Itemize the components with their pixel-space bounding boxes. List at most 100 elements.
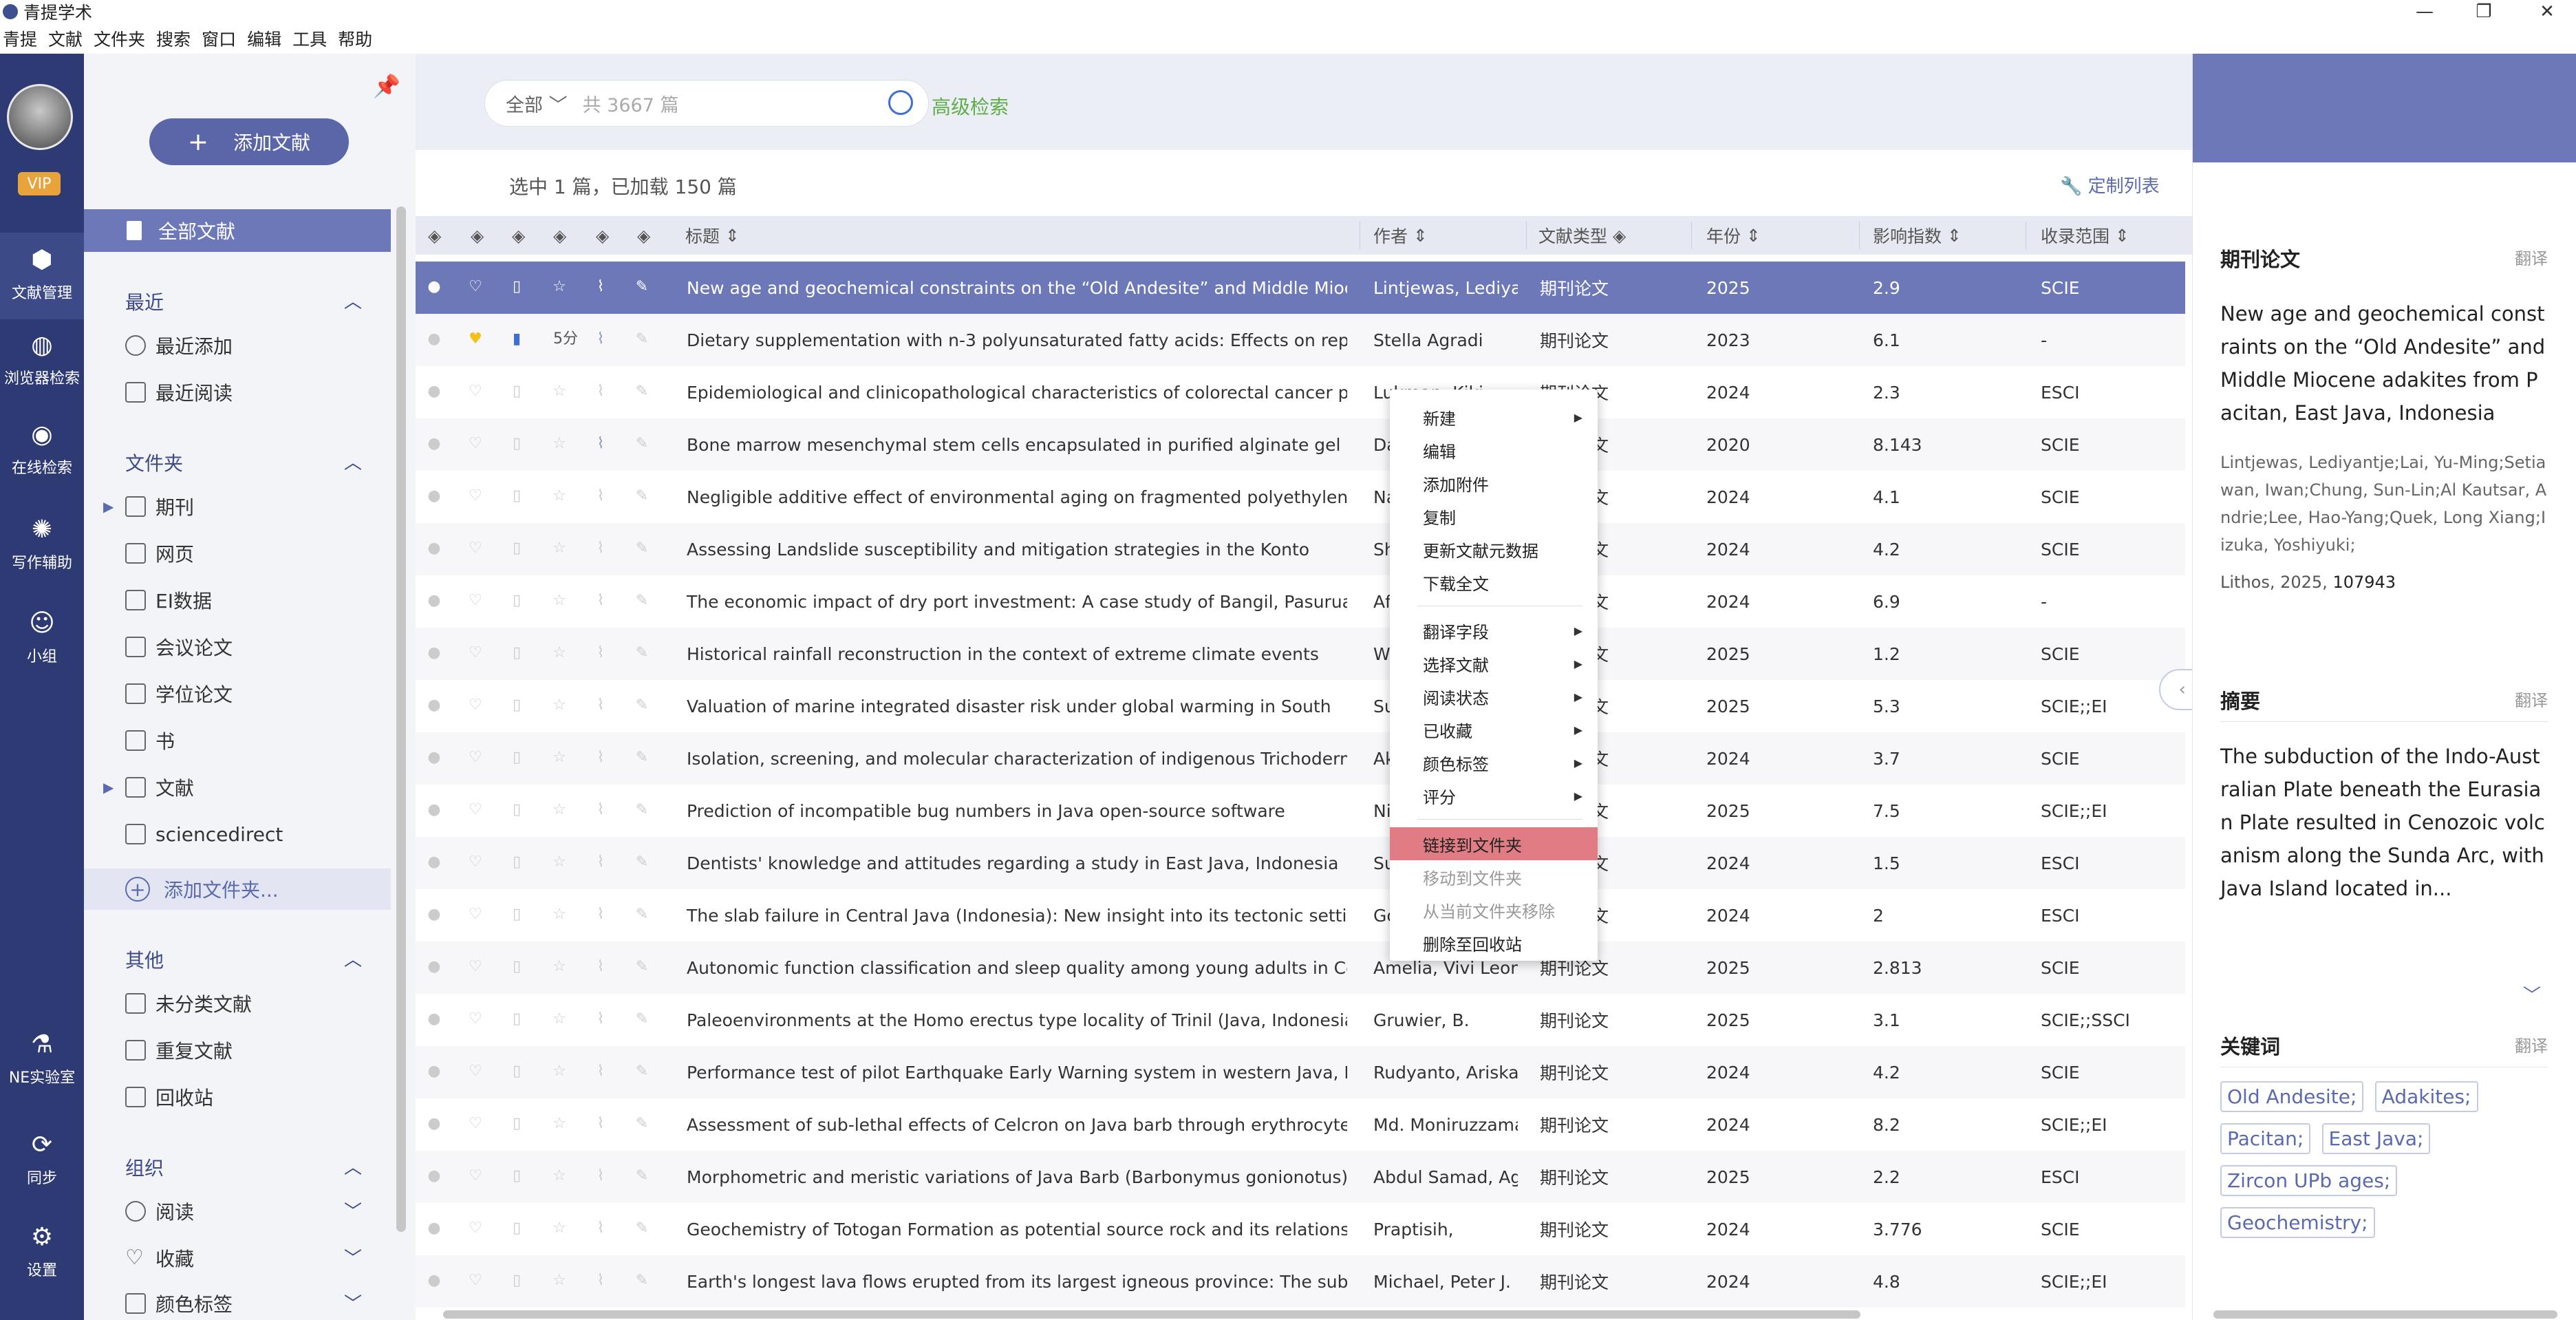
attachment-icon[interactable]: ⌇	[592, 330, 610, 348]
bookmark-icon[interactable]: ▯	[508, 487, 526, 505]
sidebar-item-all[interactable]: 全部文献	[84, 209, 391, 252]
attachment-icon[interactable]: ⌇	[592, 1167, 610, 1185]
chevron-up-icon[interactable]: ︿	[344, 288, 362, 313]
menu-folder[interactable]: 文件夹	[91, 26, 153, 51]
bookmark-icon[interactable]: ▯	[508, 435, 526, 453]
favorite-icon[interactable]: ♡	[466, 592, 484, 610]
bookmark-icon[interactable]: ▯	[508, 853, 526, 871]
search-icon[interactable]	[888, 90, 913, 115]
favorite-icon[interactable]: ♡	[466, 644, 484, 662]
star-icon[interactable]: ☆	[550, 696, 568, 714]
read-dot-icon[interactable]: ●	[425, 1272, 443, 1290]
star-icon[interactable]: ☆	[550, 383, 568, 401]
bookmark-icon[interactable]: ▯	[508, 1063, 526, 1081]
col-year[interactable]: 年份 ⇕	[1706, 216, 1761, 255]
sidebar-item-recent-read[interactable]: 最近阅读	[125, 372, 233, 413]
note-icon[interactable]: ✎	[633, 540, 651, 557]
search-box[interactable]: 全部 ﹀ 共 3667 篇	[484, 80, 929, 127]
table-row[interactable]: ● ♡ ▯ ☆ ⌇ ✎ Morphometric and meristic variatio…	[416, 1151, 2185, 1203]
ctx-rating[interactable]: 评分 ▶	[1390, 779, 1598, 812]
bookmark-icon[interactable]: ▯	[508, 1167, 526, 1185]
note-icon[interactable]: ✎	[633, 1272, 651, 1290]
table-row[interactable]: ● ♡ ▯ ☆ ⌇ ✎ Geochemistry of Totogan Formation …	[416, 1203, 2185, 1255]
table-row[interactable]: ● ♡ ▯ ☆ ⌇ ✎ Assessing Landslide susceptibility…	[416, 523, 2185, 575]
sidebar-item-duplicates[interactable]: 重复文献	[125, 1030, 233, 1071]
menu-window[interactable]: 窗口	[199, 26, 244, 51]
table-row[interactable]: ● ♡ ▯ ☆ ⌇ ✎ New age and geochemical constraint…	[416, 262, 2185, 314]
star-icon[interactable]: ☆	[550, 853, 568, 871]
ctx-new[interactable]: 新建 ▶	[1390, 401, 1598, 434]
col-scope[interactable]: 收录范围 ⇕	[2041, 216, 2129, 255]
col-author[interactable]: 作者 ⇕	[1373, 216, 1428, 255]
ctx-add-attachment[interactable]: 添加附件	[1390, 467, 1598, 500]
advanced-search-link[interactable]: 高级检索	[932, 92, 1009, 120]
add-literature-button[interactable]: + 添加文献	[149, 118, 349, 165]
bookmark-icon[interactable]: ▮	[508, 330, 526, 348]
ctx-download-fulltext[interactable]: 下载全文	[1390, 566, 1598, 599]
note-icon[interactable]: ✎	[633, 801, 651, 819]
sidebar-folder-thesis[interactable]: 学位论文	[125, 673, 233, 714]
table-row[interactable]: ● ♡ ▯ ☆ ⌇ ✎ Epidemiological and clinicopatholo…	[416, 366, 2185, 418]
ctx-remove-from-folder[interactable]: 从当前文件夹移除	[1390, 893, 1598, 926]
bookmark-icon[interactable]: ▯	[508, 540, 526, 557]
ctx-edit[interactable]: 编辑	[1390, 434, 1598, 467]
bookmark-icon[interactable]: ▯	[508, 801, 526, 819]
chevron-down-icon[interactable]: ﹀	[344, 1197, 362, 1223]
star-icon[interactable]: ☆	[550, 487, 568, 505]
tab-overview[interactable]: 综述	[2240, 171, 2281, 207]
ctx-move-to-folder[interactable]: 移动到文件夹	[1390, 860, 1598, 893]
read-dot-icon[interactable]: ●	[425, 435, 443, 453]
bookmark-icon[interactable]: ▯	[508, 592, 526, 610]
star-icon[interactable]: ☆	[550, 906, 568, 924]
add-folder-button[interactable]: + 添加文件夹...	[84, 869, 391, 910]
attachment-icon[interactable]: ⌇	[592, 644, 610, 662]
bookmark-icon[interactable]: ▯	[508, 1220, 526, 1237]
ctx-copy[interactable]: 复制	[1390, 500, 1598, 533]
note-icon[interactable]: ✎	[633, 330, 651, 348]
table-row[interactable]: ● ♡ ▯ ☆ ⌇ ✎ Historical rainfall reconstruction…	[416, 628, 2185, 680]
nav-writing-assist[interactable]: ✺ 写作辅助	[0, 516, 84, 573]
sidebar-folder-book[interactable]: 书	[125, 720, 175, 761]
bookmark-icon[interactable]: ▯	[508, 749, 526, 767]
favorite-icon[interactable]: ♡	[466, 1115, 484, 1133]
read-dot-icon[interactable]: ●	[425, 330, 443, 348]
pin-icon[interactable]: 📌	[373, 73, 400, 100]
star-icon[interactable]: ☆	[550, 749, 568, 767]
attachment-icon[interactable]: ⌇	[592, 278, 610, 296]
table-row[interactable]: ● ♡ ▯ ☆ ⌇ ✎ Valuation of marine integrated dis…	[416, 680, 2185, 732]
favorite-icon[interactable]: ♡	[466, 696, 484, 714]
favorite-icon[interactable]: ♡	[466, 958, 484, 976]
sidebar-item-favorites[interactable]: ♡ 收藏	[125, 1237, 194, 1279]
ctx-favorited[interactable]: 已收藏 ▶	[1390, 713, 1598, 746]
table-row[interactable]: ● ♡ ▯ ☆ ⌇ ✎ Performance test of pilot Earthqua…	[416, 1046, 2185, 1098]
minimize-button[interactable]: —	[2404, 0, 2445, 23]
read-dot-icon[interactable]: ●	[425, 853, 443, 871]
chevron-up-icon[interactable]: ︿	[344, 946, 362, 971]
favorite-icon[interactable]: ♡	[466, 278, 484, 296]
menu-literature[interactable]: 文献	[45, 26, 91, 51]
ctx-update-metadata[interactable]: 更新文献元数据	[1390, 533, 1598, 566]
favorite-icon[interactable]: ♡	[466, 383, 484, 401]
col-mark-icon[interactable]: ◈	[512, 216, 525, 255]
col-type[interactable]: 文献类型 ◈	[1538, 216, 1626, 255]
translate-link[interactable]: 翻译	[2515, 1032, 2548, 1056]
favorite-icon[interactable]: ♡	[466, 1167, 484, 1185]
attachment-icon[interactable]: ⌇	[592, 487, 610, 505]
star-icon[interactable]: 5分	[550, 330, 581, 348]
col-attach-icon[interactable]: ◈	[596, 216, 609, 255]
sidebar-item-trash[interactable]: 回收站	[125, 1076, 213, 1118]
menu-qingti[interactable]: 青提	[0, 26, 45, 51]
favorite-icon[interactable]: ♡	[466, 1063, 484, 1081]
ctx-read-status[interactable]: 阅读状态 ▶	[1390, 680, 1598, 713]
menu-help[interactable]: 帮助	[335, 26, 380, 51]
note-icon[interactable]: ✎	[633, 487, 651, 505]
read-dot-icon[interactable]: ●	[425, 487, 443, 505]
sidebar-item-reading[interactable]: 阅读	[125, 1191, 194, 1232]
favorite-icon[interactable]: ♡	[466, 435, 484, 453]
table-row[interactable]: ● ♡ ▯ ☆ ⌇ ✎ Paleoenvironments at the Homo erec…	[416, 994, 2185, 1046]
bookmark-icon[interactable]: ▯	[508, 644, 526, 662]
favorite-icon[interactable]: ♡	[466, 801, 484, 819]
expand-arrow-icon[interactable]: ▶	[103, 498, 114, 515]
customize-columns-link[interactable]: 🔧 定制列表	[2060, 172, 2160, 198]
tab-notes[interactable]: 笔记	[2361, 171, 2402, 201]
